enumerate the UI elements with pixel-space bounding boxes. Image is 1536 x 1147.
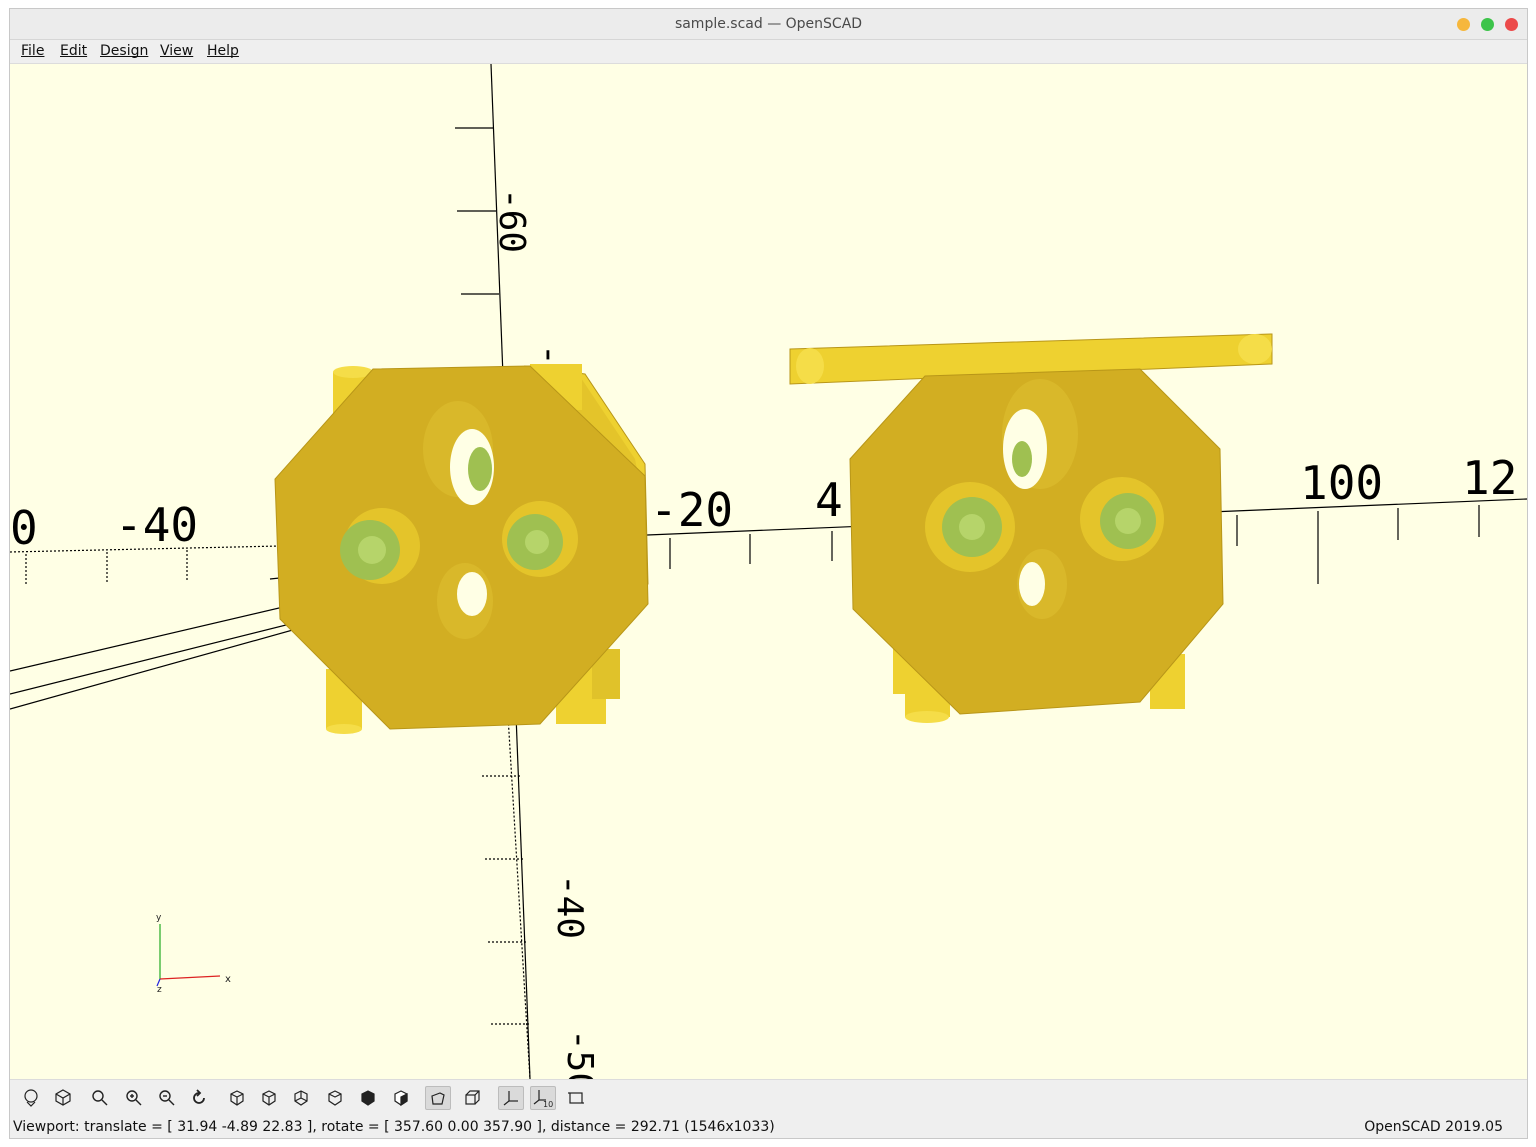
- gizmo-y-label: y: [156, 913, 162, 923]
- status-bar: Viewport: translate = [ 31.94 -4.89 22.8…: [10, 1116, 1527, 1138]
- view-toolbar: 10: [10, 1079, 1527, 1116]
- orthogonal-icon[interactable]: [459, 1086, 485, 1110]
- view-top-icon[interactable]: [256, 1086, 282, 1110]
- minimize-button[interactable]: [1457, 18, 1470, 31]
- menu-design[interactable]: Design: [100, 43, 148, 59]
- scale-marker: 10: [543, 1100, 553, 1108]
- axes-gizmo: y x z: [156, 913, 231, 995]
- window-title: sample.scad — OpenSCAD: [674, 16, 863, 32]
- close-button[interactable]: [1505, 18, 1518, 31]
- part-left: [274, 364, 649, 734]
- x-label-100: 100: [1300, 456, 1383, 510]
- view-all-icon[interactable]: [87, 1086, 113, 1110]
- view-right-icon[interactable]: [224, 1086, 250, 1110]
- y-label-neg50: -50: [559, 1029, 600, 1079]
- show-axes-icon[interactable]: [498, 1086, 524, 1110]
- version-label: OpenSCAD 2019.05: [1364, 1119, 1503, 1135]
- reset-view-icon[interactable]: [186, 1086, 212, 1110]
- axis-lines: [10, 64, 1527, 1079]
- view-back-icon[interactable]: [388, 1086, 414, 1110]
- zoom-in-icon[interactable]: [121, 1086, 147, 1110]
- scene-canvas: 0 -40 -20 4 100 12 -60 -20 -40 -50: [10, 64, 1527, 1079]
- x-label-12: 12: [1462, 451, 1517, 505]
- menu-file[interactable]: File: [21, 43, 44, 59]
- view-bottom-icon[interactable]: [288, 1086, 314, 1110]
- x-label-neg40: -40: [115, 498, 198, 552]
- menu-view[interactable]: View: [160, 43, 193, 59]
- x-label-neg20: -20: [650, 483, 733, 537]
- app-window: sample.scad — OpenSCAD File Edit Design …: [9, 8, 1528, 1139]
- show-edges-icon[interactable]: [563, 1086, 589, 1110]
- 3d-viewport[interactable]: 0 -40 -20 4 100 12 -60 -20 -40 -50: [10, 64, 1527, 1079]
- view-front-icon[interactable]: [355, 1086, 381, 1110]
- title-bar[interactable]: sample.scad — OpenSCAD: [10, 9, 1527, 40]
- viewport-status: Viewport: translate = [ 31.94 -4.89 22.8…: [13, 1119, 775, 1135]
- x-label-4: 4: [815, 473, 843, 527]
- perspective-icon[interactable]: [425, 1086, 451, 1110]
- show-scale-icon[interactable]: 10: [530, 1086, 556, 1110]
- part-right: [789, 333, 1273, 723]
- x-label-0: 0: [10, 501, 38, 555]
- preview-icon[interactable]: [18, 1086, 44, 1110]
- maximize-button[interactable]: [1481, 18, 1494, 31]
- menu-help[interactable]: Help: [207, 43, 239, 59]
- axis-labels: 0 -40 -20 4 100 12 -60 -20 -40 -50: [10, 188, 1517, 1079]
- gizmo-z-label: z: [157, 985, 162, 995]
- zoom-out-icon[interactable]: [154, 1086, 180, 1110]
- y-label-neg60: -60: [491, 188, 532, 253]
- view-left-icon[interactable]: [322, 1086, 348, 1110]
- menu-edit[interactable]: Edit: [60, 43, 87, 59]
- gizmo-x-label: x: [225, 974, 231, 985]
- render-icon[interactable]: [50, 1086, 76, 1110]
- y-label-neg40: -40: [549, 874, 590, 939]
- menu-bar: File Edit Design View Help: [10, 40, 1527, 64]
